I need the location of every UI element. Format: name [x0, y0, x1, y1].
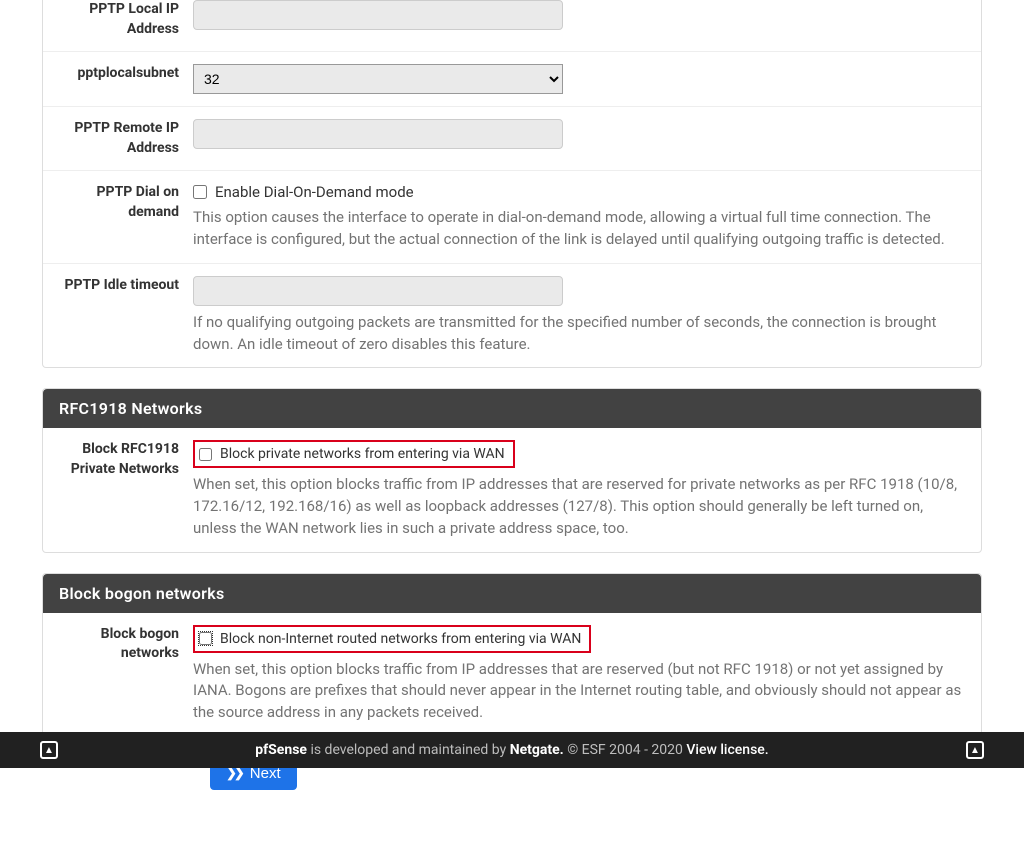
- pptp-dial-check-label: Enable Dial-On-Demand mode: [215, 183, 414, 201]
- pptp-remote-ip-label: PPTP Remote IP Address: [43, 119, 193, 158]
- pptp-idle-label: PPTP Idle timeout: [43, 276, 193, 356]
- rfc1918-heading: RFC1918 Networks: [43, 389, 981, 428]
- footer-product: pfSense: [255, 742, 307, 758]
- bogon-check-label: Block non-Internet routed networks from …: [220, 631, 581, 647]
- footer: ▲ pfSense is developed and maintained by…: [0, 732, 1024, 768]
- footer-copyright: © ESF 2004 - 2020: [564, 742, 687, 758]
- pptp-dial-checkbox[interactable]: [193, 185, 207, 199]
- view-license-link[interactable]: View license.: [686, 742, 768, 758]
- pptp-local-ip-input[interactable]: [193, 0, 563, 30]
- bogon-heading: Block bogon networks: [43, 574, 981, 613]
- bogon-help: When set, this option blocks traffic fro…: [193, 659, 966, 724]
- rfc1918-row-label: Block RFC1918 Private Networks: [43, 440, 193, 539]
- pptp-idle-input[interactable]: [193, 276, 563, 306]
- scroll-top-icon[interactable]: ▲: [40, 741, 58, 759]
- pptp-localsubnet-select[interactable]: 32: [193, 64, 563, 94]
- pptp-dial-help: This option causes the interface to oper…: [193, 207, 966, 251]
- pptp-dial-label: PPTP Dial on demand: [43, 183, 193, 251]
- scroll-top-icon-right[interactable]: ▲: [966, 741, 984, 759]
- rfc1918-highlight: Block private networks from entering via…: [193, 440, 515, 468]
- bogon-row-label: Block bogon networks: [43, 625, 193, 724]
- footer-mid: is developed and maintained by: [307, 742, 510, 758]
- rfc1918-help: When set, this option blocks traffic fro…: [193, 474, 966, 539]
- pptp-remote-ip-input[interactable]: [193, 119, 563, 149]
- block-bogon-checkbox[interactable]: [199, 632, 212, 645]
- pptp-localsubnet-label: pptplocalsubnet: [43, 64, 193, 94]
- footer-company: Netgate.: [510, 742, 564, 758]
- pptp-local-ip-label: PPTP Local IP Address: [43, 0, 193, 39]
- bogon-highlight: Block non-Internet routed networks from …: [193, 625, 591, 653]
- rfc1918-check-label: Block private networks from entering via…: [220, 446, 505, 462]
- pptp-idle-help: If no qualifying outgoing packets are tr…: [193, 312, 966, 356]
- block-rfc1918-checkbox[interactable]: [199, 448, 212, 461]
